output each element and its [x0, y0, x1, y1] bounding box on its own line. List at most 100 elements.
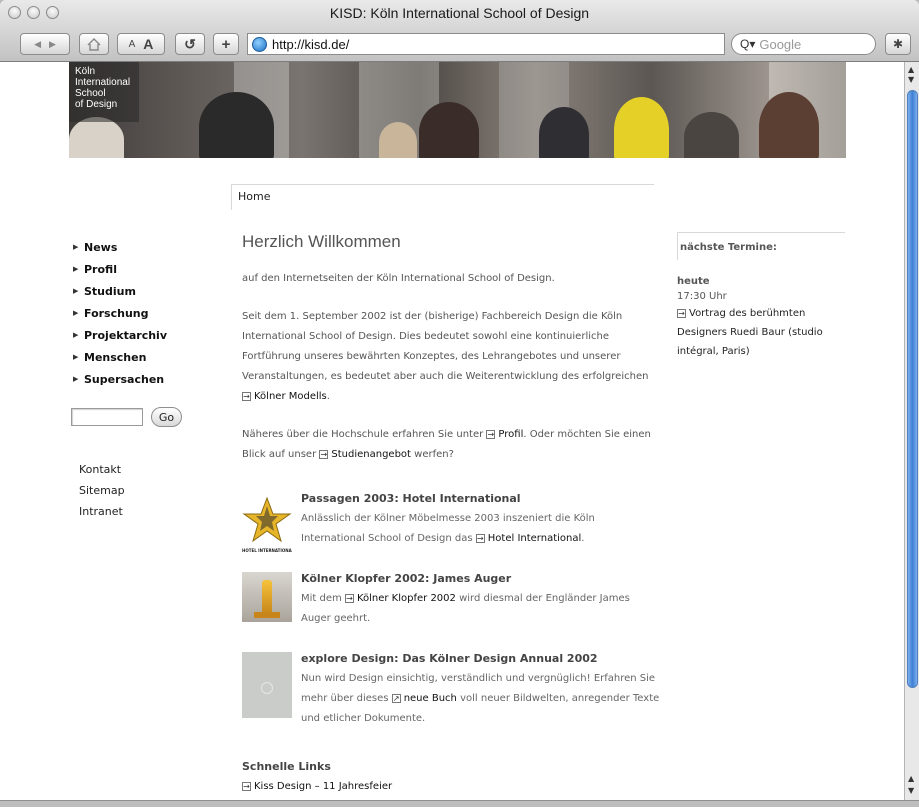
window-bottom-edge [0, 800, 919, 807]
main-navigation: ▶ News ▶ Profil ▶ Studium ▶ Forschung ▶ Proje… [73, 236, 167, 390]
news-item: HOTEL INTERNATIONAL Passagen 2003: Hotel… [242, 492, 662, 572]
add-bookmark-button[interactable]: + [213, 33, 239, 55]
breadcrumb: Home [231, 184, 654, 210]
news-title[interactable]: Passagen 2003: Hotel International [301, 492, 661, 505]
web-page: Köln International School of Design Home… [0, 62, 904, 800]
forward-arrow-icon[interactable]: ▶ [49, 39, 56, 50]
breadcrumb-home[interactable]: Home [238, 190, 270, 203]
back-forward-buttons[interactable]: ◀ ▶ [20, 33, 70, 55]
external-link-icon: ↗ [391, 694, 401, 703]
photo-person [69, 117, 124, 158]
triangle-right-icon: ▶ [73, 243, 79, 251]
back-arrow-icon[interactable]: ◀ [34, 39, 41, 50]
text-smaller-button[interactable]: A [129, 39, 136, 50]
site-search-input[interactable] [71, 408, 143, 426]
nav-item-menschen[interactable]: ▶ Menschen [73, 346, 167, 368]
news-title[interactable]: Kölner Klopfer 2002: James Auger [301, 572, 661, 585]
search-field[interactable]: Q▾ Google [731, 33, 876, 55]
header-photo: Köln International School of Design [69, 62, 846, 158]
thumbnail-caption: HOTEL INTERNATIONAL [242, 548, 292, 553]
trophy-figure [262, 580, 272, 614]
news-body: explore Design: Das Kölner Design Annual… [301, 652, 661, 729]
event-description[interactable]: → Vortrag des berühmten Designers Ruedi B… [677, 304, 845, 361]
nav-item-studium[interactable]: ▶ Studium [73, 280, 167, 302]
nav-item-profil[interactable]: ▶ Profil [73, 258, 167, 280]
window-title: KISD: Köln International School of Desig… [329, 5, 590, 21]
link-arrow-icon: → [486, 430, 496, 439]
nav-item-news[interactable]: ▶ News [73, 236, 167, 258]
link-arrow-icon: → [242, 392, 251, 401]
page-title: Herzlich Willkommen [242, 232, 401, 251]
intro-paragraph-3: Näheres über die Hochschule erfahren Sie… [242, 429, 651, 460]
nav-item-forschung[interactable]: ▶ Forschung [73, 302, 167, 324]
news-item: explore Design: Das Kölner Design Annual… [242, 652, 662, 742]
link-hotel-international[interactable]: Hotel International [488, 533, 582, 544]
news-item: Kölner Klopfer 2002: James Auger Mit dem… [242, 572, 662, 644]
design-annual-thumbnail[interactable] [242, 652, 292, 718]
search-icon: Q▾ [740, 37, 756, 51]
link-koelner-modell[interactable]: Kölner Modells [254, 391, 327, 402]
reload-button[interactable]: ↺ [175, 33, 205, 55]
link-arrow-icon: → [319, 450, 329, 459]
photo-person [684, 112, 739, 158]
scroll-up-icon[interactable]: ▲ [908, 65, 914, 74]
link-profil[interactable]: Profil [498, 429, 523, 440]
go-button[interactable]: Go [151, 407, 182, 427]
plus-icon: + [221, 35, 231, 53]
quick-links-heading: Schnelle Links [242, 760, 331, 773]
main-content: Herzlich Willkommen auf den Internetseit… [242, 232, 662, 465]
news-text: Mit dem → Kölner Klopfer 2002 wird diesma… [301, 593, 630, 624]
triangle-right-icon: ▶ [73, 309, 79, 317]
vertical-scrollbar[interactable]: ▲ ▼ ▲ ▼ [904, 62, 919, 800]
triangle-right-icon: ▶ [73, 265, 79, 273]
nav-item-projektarchiv[interactable]: ▶ Projektarchiv [73, 324, 167, 346]
triangle-right-icon: ▶ [73, 331, 79, 339]
secondary-navigation: Kontakt Sitemap Intranet [79, 459, 125, 522]
link-koelner-klopfer[interactable]: Kölner Klopfer 2002 [357, 593, 456, 604]
home-button[interactable] [79, 33, 109, 55]
events-heading: nächste Termine: [677, 232, 845, 260]
scroll-up-icon[interactable]: ▲ [908, 774, 914, 783]
scroll-down-icon[interactable]: ▼ [908, 75, 914, 84]
scroll-down-icon[interactable]: ▼ [908, 786, 914, 795]
nav-item-supersachen[interactable]: ▶ Supersachen [73, 368, 167, 390]
bug-icon: ✱ [892, 37, 904, 51]
news-title[interactable]: explore Design: Das Kölner Design Annual… [301, 652, 661, 665]
link-studienangebot[interactable]: Studienangebot [331, 449, 411, 460]
link-kontakt[interactable]: Kontakt [79, 459, 125, 480]
triangle-right-icon: ▶ [73, 353, 79, 361]
photo-person [614, 97, 669, 158]
intro-text: auf den Internetseiten der Köln Internat… [242, 273, 555, 284]
scrollbar-thumb[interactable] [907, 90, 918, 688]
news-text: Anlässlich der Kölner Möbelmesse 2003 in… [301, 513, 595, 544]
photo-person [419, 102, 479, 158]
snapback-button[interactable]: ✱ [885, 33, 911, 55]
photo-person [199, 92, 274, 158]
address-url[interactable]: http://kisd.de/ [272, 37, 349, 52]
kisd-logo[interactable]: Köln International School of Design [69, 62, 139, 122]
address-bar[interactable]: http://kisd.de/ [247, 33, 725, 55]
reload-icon: ↺ [184, 35, 196, 52]
news-body: Kölner Klopfer 2002: James Auger Mit dem… [301, 572, 661, 629]
globe-icon [252, 36, 267, 52]
text-larger-button[interactable]: A [143, 36, 153, 52]
link-neue-buch[interactable]: neue Buch [404, 693, 457, 704]
event-day: heute [677, 276, 710, 287]
link-sitemap[interactable]: Sitemap [79, 480, 125, 501]
triangle-right-icon: ▶ [73, 287, 79, 295]
link-arrow-icon: → [475, 534, 485, 543]
event-time: 17:30 Uhr [677, 291, 727, 302]
news-text: Nun wird Design einsichtig, verständlich… [301, 673, 660, 724]
text-size-buttons[interactable]: A A [117, 33, 165, 55]
intro-paragraph-2: Seit dem 1. September 2002 ist der (bish… [242, 311, 649, 402]
news-body: Passagen 2003: Hotel International Anläs… [301, 492, 661, 549]
browser-window: KISD: Köln International School of Desig… [0, 0, 919, 807]
koelner-klopfer-thumbnail[interactable] [242, 572, 292, 622]
kisd-logo-text: Köln International School of Design [75, 66, 131, 110]
link-intranet[interactable]: Intranet [79, 501, 125, 522]
quick-links: Schnelle Links → Kiss Design – 11 Jahresf… [242, 760, 662, 792]
photo-person [759, 92, 819, 158]
quick-link-item[interactable]: → Kiss Design – 11 Jahresfeier [242, 781, 662, 792]
home-icon [87, 37, 101, 51]
hotel-international-thumbnail[interactable]: HOTEL INTERNATIONAL [242, 496, 292, 554]
